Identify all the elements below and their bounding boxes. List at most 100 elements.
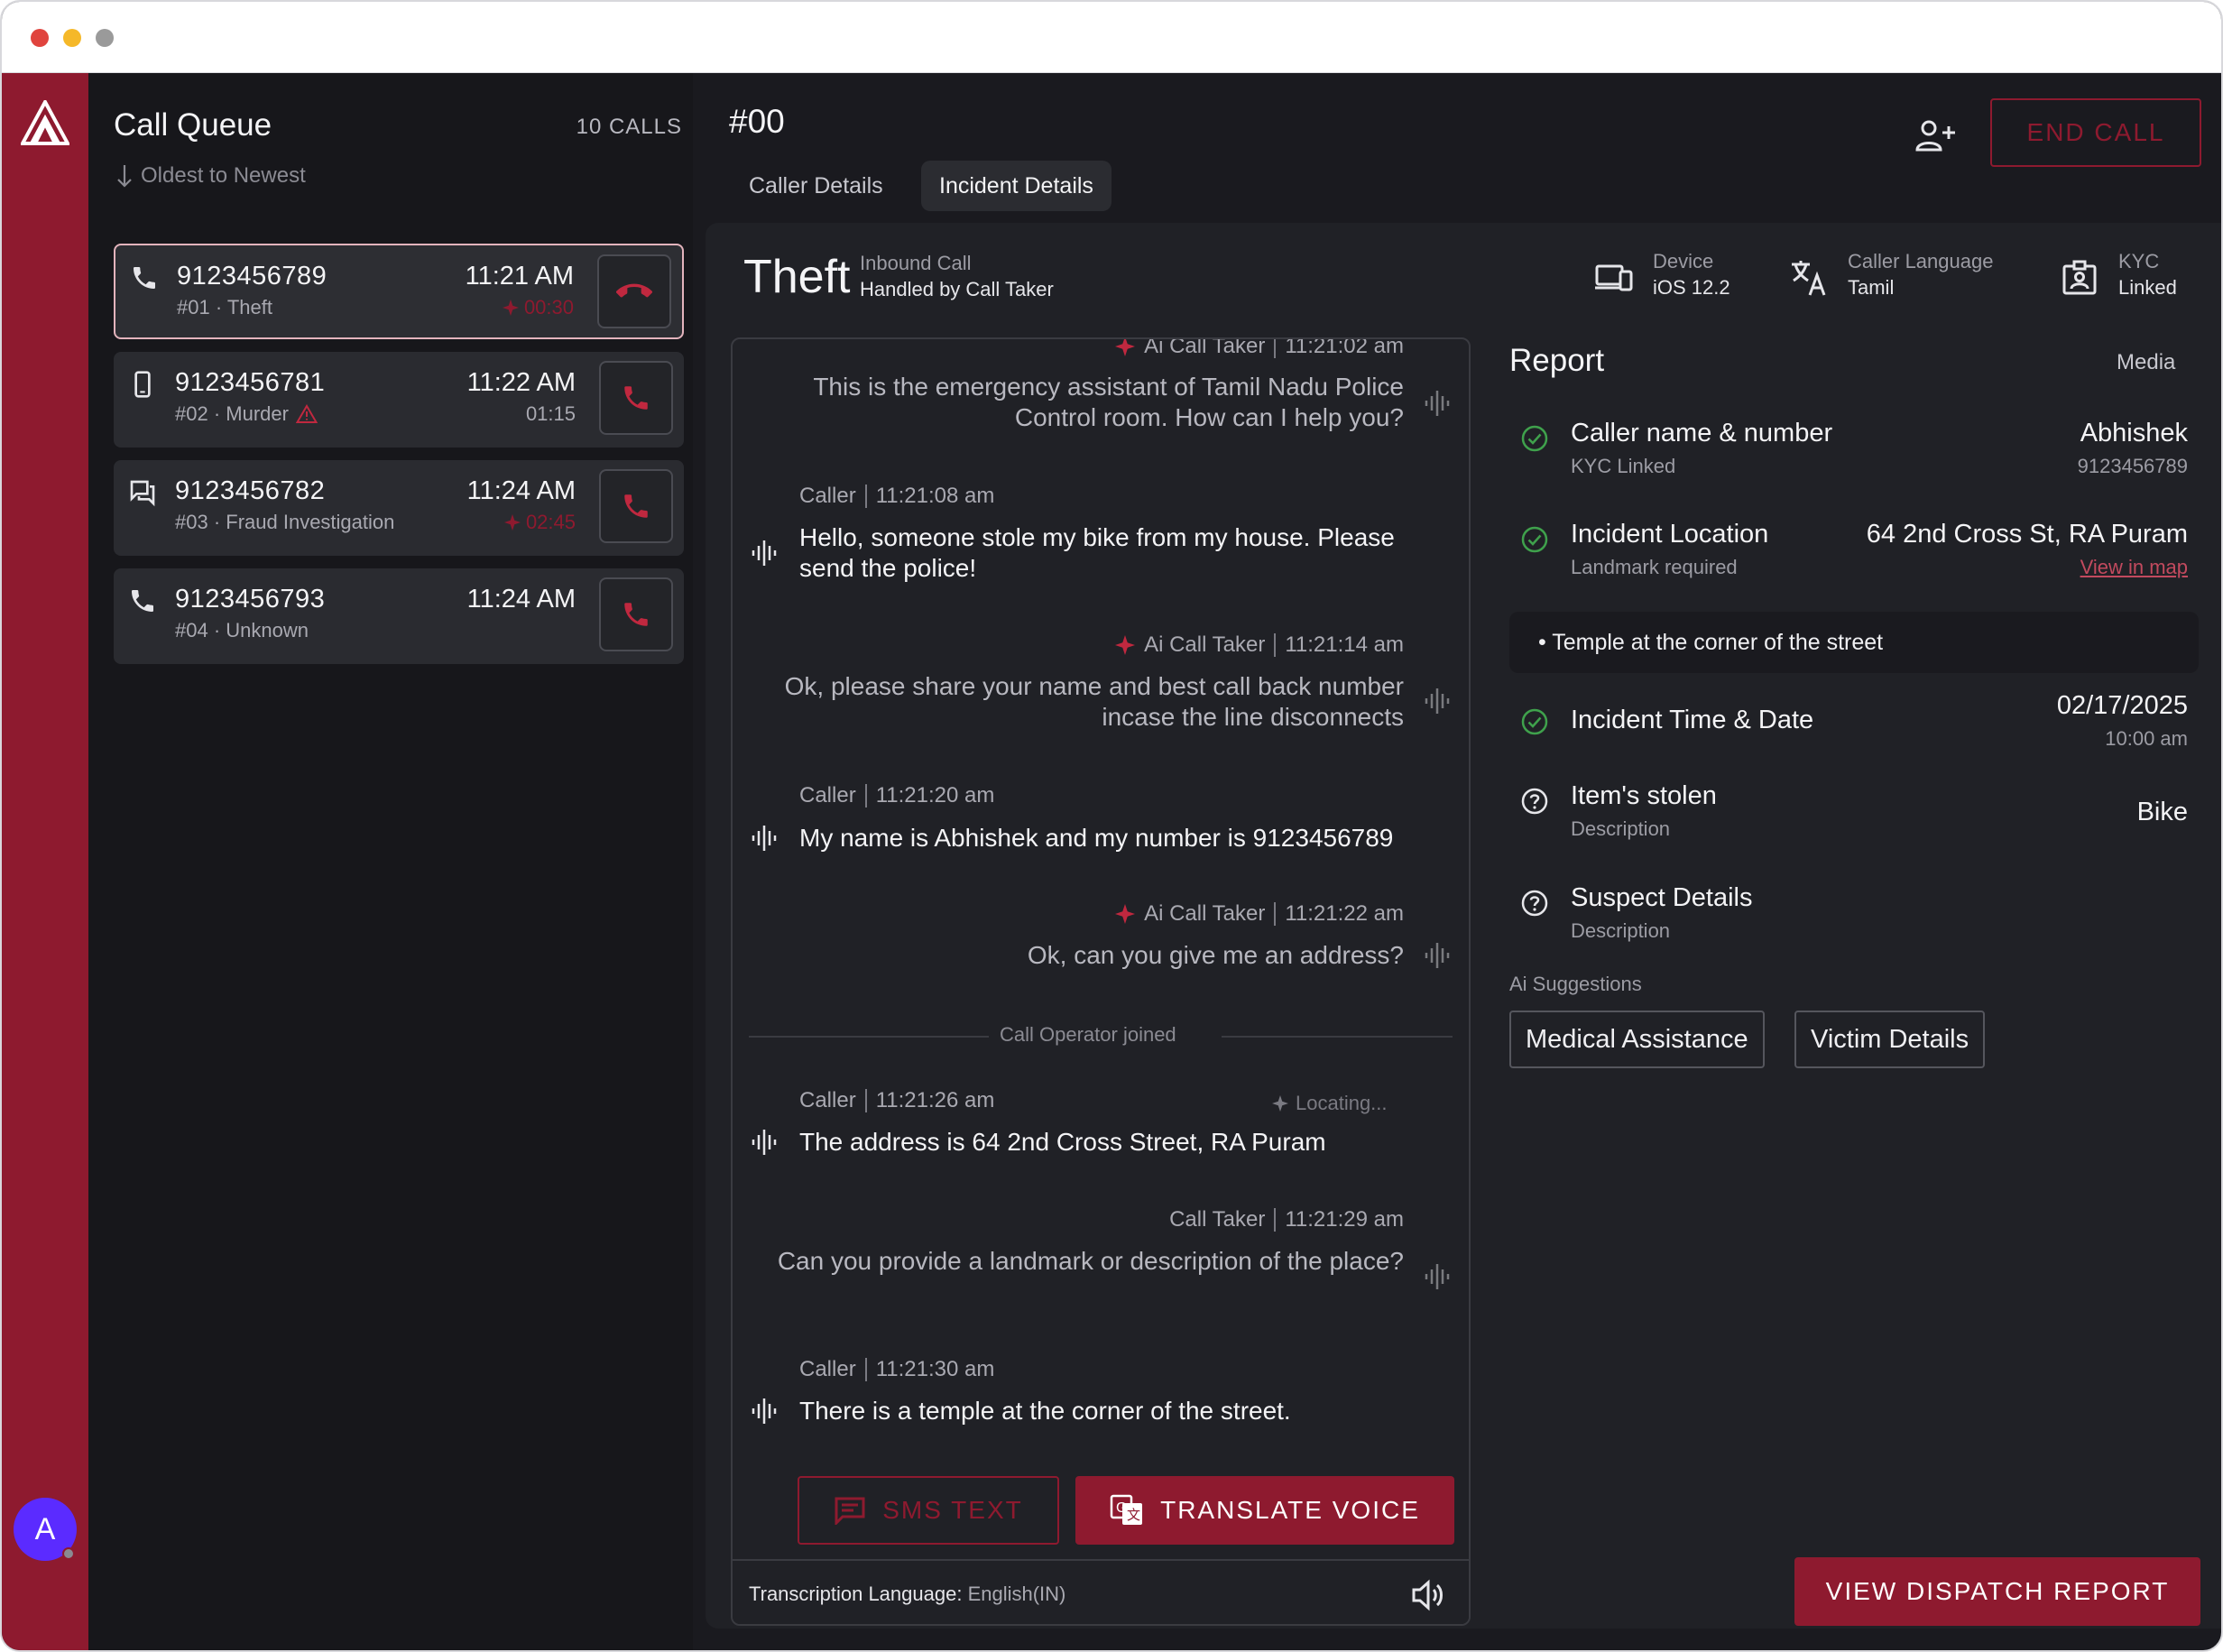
suggestion-victim-details[interactable]: Victim Details xyxy=(1794,1011,1986,1068)
waveform-icon[interactable] xyxy=(751,1396,778,1426)
message-time: 11:21:02 am xyxy=(1285,337,1404,358)
report-row-items[interactable]: Item's stolen Description Bike xyxy=(1509,781,2188,844)
sparkle-icon xyxy=(1115,339,1136,356)
g-translate-icon: G文 xyxy=(1110,1494,1143,1525)
landmark-note-text: • Temple at the corner of the street xyxy=(1538,630,1884,655)
view-in-map-link[interactable]: View in map xyxy=(2080,556,2188,579)
report-row-location[interactable]: Incident Location Landmark required 64 2… xyxy=(1509,520,2188,583)
message-text: Ok, please share your name and best call… xyxy=(784,672,1404,731)
warning-icon xyxy=(295,404,318,423)
message-time: 11:21:14 am xyxy=(1285,632,1404,657)
message-time: 11:21:22 am xyxy=(1285,901,1404,926)
check-circle-icon xyxy=(1521,708,1548,735)
tab-caller-details[interactable]: Caller Details xyxy=(731,161,901,211)
waveform-icon[interactable] xyxy=(1424,388,1451,419)
check-circle-icon xyxy=(1521,425,1548,452)
transcription-language[interactable]: Transcription Language: English(IN) xyxy=(749,1583,1065,1606)
waveform-icon[interactable] xyxy=(751,538,778,568)
view-dispatch-report-button[interactable]: VIEW DISPATCH REPORT xyxy=(1794,1557,2200,1626)
minimize-window-button[interactable] xyxy=(63,29,81,47)
title-bar xyxy=(2,2,2221,73)
phone-icon xyxy=(132,590,153,612)
call-card-04[interactable]: 9123456793 #04 · Unknown 11:24 AM xyxy=(114,568,684,664)
message-time: 11:21:26 am xyxy=(875,1088,995,1112)
sparkle-icon xyxy=(503,514,521,531)
language-value: Tamil xyxy=(1848,276,1895,299)
report-row-sub: Landmark required xyxy=(1571,556,1738,578)
message-time: 11:21:29 am xyxy=(1285,1207,1404,1232)
message-text: Ok, can you give me an address? xyxy=(1027,941,1404,969)
left-rail xyxy=(2,73,88,1650)
caller-number: 9123456793 xyxy=(175,585,326,614)
speaker-icon[interactable] xyxy=(1411,1579,1445,1611)
translate-voice-button[interactable]: G文 TRANSLATE VOICE xyxy=(1075,1476,1454,1545)
locating-text: Locating... xyxy=(1296,1092,1388,1114)
message-header: Caller 11:21:20 am xyxy=(799,783,994,808)
tab-incident-details[interactable]: Incident Details xyxy=(921,161,1112,211)
waveform-icon[interactable] xyxy=(751,1127,778,1158)
call-duration: 00:30 xyxy=(502,296,574,319)
waveform-icon[interactable] xyxy=(1424,1261,1451,1292)
call-duration: 02:45 xyxy=(503,511,576,534)
close-window-button[interactable] xyxy=(31,29,49,47)
speaker-name: Ai Call Taker xyxy=(1144,632,1266,657)
report-row-value: Abhishek xyxy=(2080,419,2188,448)
waveform-icon[interactable] xyxy=(1424,940,1451,971)
divider-right xyxy=(1222,1036,1453,1038)
message-header: Caller 11:21:30 am xyxy=(799,1357,994,1382)
translate-voice-label: TRANSLATE VOICE xyxy=(1160,1496,1420,1524)
hang-up-icon xyxy=(616,283,652,298)
call-subtitle-text: #02 · Murder xyxy=(175,402,289,425)
speaker-name: Caller xyxy=(799,1357,856,1381)
report-row-sub: Description xyxy=(1571,817,1671,840)
call-card-01[interactable]: 9123456789 #01 · Theft 11:21 AM 00:30 xyxy=(114,244,684,339)
answer-call-button[interactable] xyxy=(599,469,673,543)
end-call-button[interactable]: END CALL xyxy=(1990,98,2201,167)
add-person-icon[interactable] xyxy=(1914,117,1956,153)
report-row-caller[interactable]: Caller name & number KYC Linked Abhishek… xyxy=(1509,419,2188,482)
devices-icon xyxy=(1595,264,1633,291)
chat-icon xyxy=(130,480,155,507)
check-circle-icon xyxy=(1521,526,1548,553)
sort-toggle[interactable]: Oldest to Newest xyxy=(115,163,306,189)
answer-call-button[interactable] xyxy=(599,577,673,651)
kyc-stat: KYC Linked xyxy=(2059,248,2177,300)
caller-number: 9123456781 xyxy=(175,368,326,397)
waveform-icon[interactable] xyxy=(751,823,778,854)
answer-call-button[interactable] xyxy=(599,361,673,435)
report-row-label: Incident Time & Date xyxy=(1571,706,1814,734)
caller-number: 9123456789 xyxy=(177,262,327,291)
transcript-panel[interactable]: Ai Call Taker 11:21:02 am This is the em… xyxy=(731,337,1471,1626)
presence-status-dot xyxy=(62,1547,75,1560)
kyc-label: KYC xyxy=(2118,250,2160,272)
report-row-suspect[interactable]: Suspect Details Description xyxy=(1509,883,2188,946)
media-link[interactable]: Media xyxy=(2117,350,2175,375)
sms-text-button[interactable]: SMS TEXT xyxy=(798,1476,1059,1545)
waveform-icon[interactable] xyxy=(1424,686,1451,716)
report-row-label: Suspect Details xyxy=(1571,883,1753,912)
speaker-name: Caller xyxy=(799,1088,856,1112)
phone-icon xyxy=(624,603,648,626)
report-row-value: Bike xyxy=(2136,798,2188,826)
call-card-03[interactable]: 9123456782 #03 · Fraud Investigation 11:… xyxy=(114,460,684,556)
help-circle-icon xyxy=(1521,890,1548,917)
device-label: Device xyxy=(1653,250,1714,272)
call-card-02[interactable]: 9123456781 #02 · Murder 11:22 AM 01:15 xyxy=(114,352,684,448)
logo-icon[interactable] xyxy=(21,100,69,145)
report-row-time[interactable]: Incident Time & Date 02/17/2025 10:00 am xyxy=(1509,691,2188,754)
call-duration-text: 00:30 xyxy=(523,296,574,318)
message-time: 11:21:08 am xyxy=(875,484,995,508)
call-subtitle-text: #04 · Unknown xyxy=(175,619,309,641)
maximize-window-button[interactable] xyxy=(96,29,114,47)
report-row-value-secondary: 10:00 am xyxy=(2105,727,2188,750)
phone-icon xyxy=(624,494,648,518)
report-row-value-secondary: 9123456789 xyxy=(2077,455,2188,477)
suggestion-medical-assistance[interactable]: Medical Assistance xyxy=(1509,1011,1765,1068)
call-duration: 01:15 xyxy=(526,402,576,426)
message-header: Caller 11:21:26 am xyxy=(799,1088,994,1113)
hang-up-button[interactable] xyxy=(597,254,671,328)
speaker-name: Call Taker xyxy=(1169,1207,1266,1232)
queue-title: Call Queue xyxy=(114,107,272,143)
call-duration-text: 02:45 xyxy=(525,511,576,533)
report-row-sub: KYC Linked xyxy=(1571,455,1676,477)
